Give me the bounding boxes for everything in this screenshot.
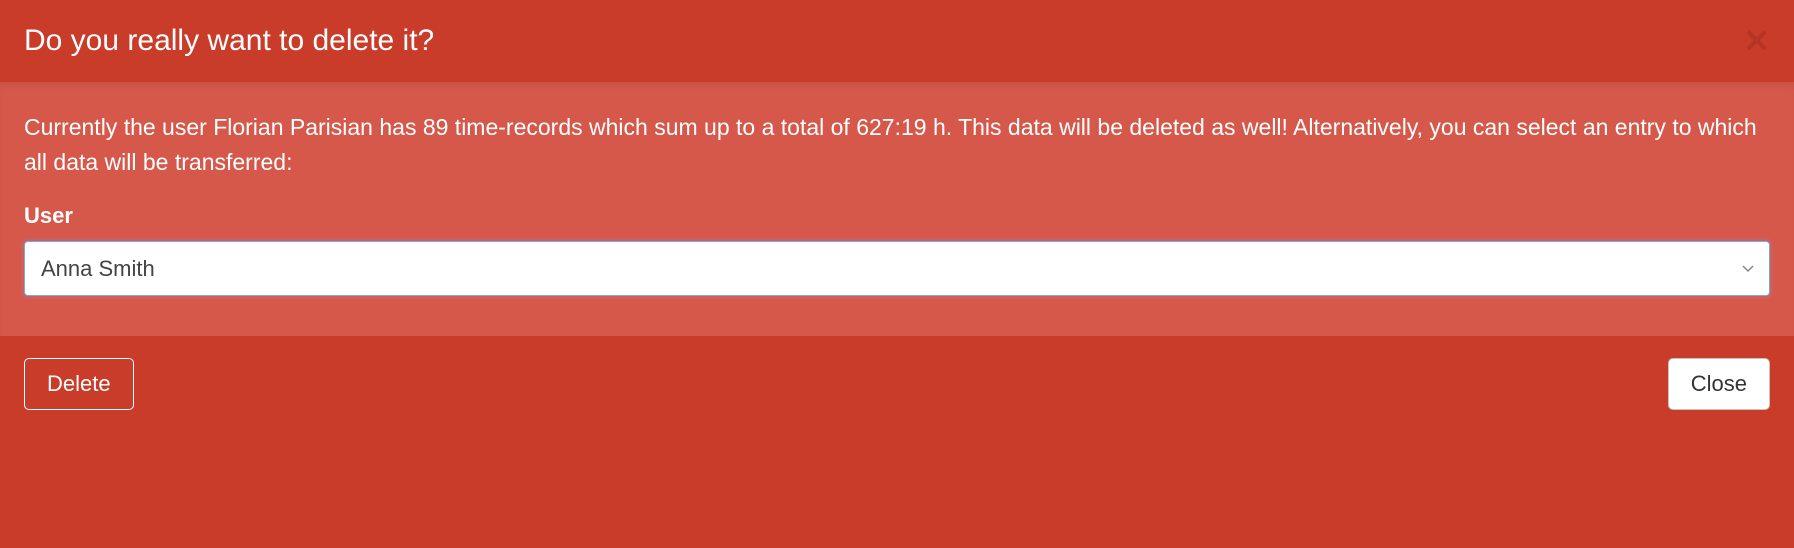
modal-header: Do you really want to delete it? ✕ xyxy=(0,0,1794,82)
warning-message: Currently the user Florian Parisian has … xyxy=(24,110,1770,179)
close-icon[interactable]: ✕ xyxy=(1743,25,1770,57)
modal-title: Do you really want to delete it? xyxy=(24,24,434,58)
modal-body: Currently the user Florian Parisian has … xyxy=(0,82,1794,336)
user-select-wrapper: Anna Smith xyxy=(24,241,1770,296)
user-select[interactable]: Anna Smith xyxy=(24,241,1770,296)
modal-footer: Delete Close xyxy=(0,336,1794,432)
user-field-label: User xyxy=(24,203,1770,229)
delete-button[interactable]: Delete xyxy=(24,358,134,410)
close-button[interactable]: Close xyxy=(1668,358,1770,410)
